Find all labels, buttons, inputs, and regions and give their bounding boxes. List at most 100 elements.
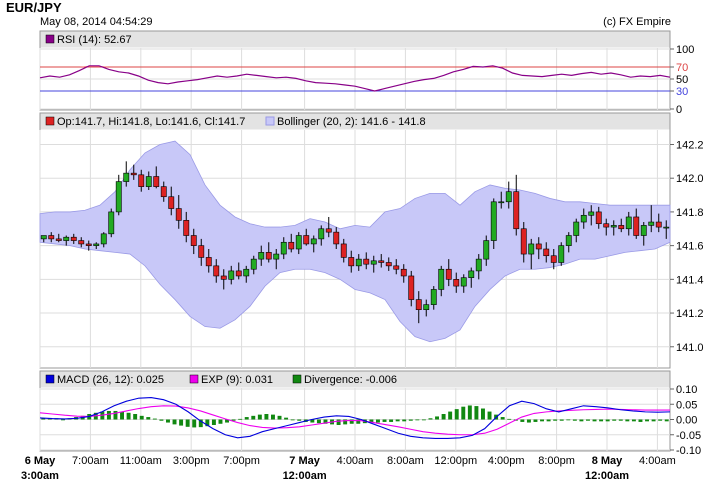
candle-down <box>445 268 452 280</box>
candle-down <box>363 258 370 265</box>
candle-up <box>243 268 250 277</box>
divergence-bar <box>526 419 531 423</box>
candle-up <box>273 253 280 260</box>
rsi-legend-label: RSI (14): 52.67 <box>57 34 132 46</box>
candle-up <box>610 225 617 228</box>
candle-down <box>535 243 542 250</box>
candle-down <box>168 196 175 209</box>
divergence-bar <box>645 419 649 422</box>
macd-y-tick-label: 0.05 <box>676 399 697 411</box>
candle-up <box>250 258 257 270</box>
candle-down <box>550 255 557 263</box>
divergence-bar <box>238 418 243 420</box>
divergence-bar <box>461 406 466 420</box>
divergence-bar <box>185 419 190 427</box>
divergence-bar <box>336 419 341 425</box>
candle-up <box>258 252 265 260</box>
rsi-panel-header <box>40 31 670 48</box>
divergence-bar <box>257 414 262 420</box>
macd-y-tick-label: -0.10 <box>676 445 701 457</box>
divergence-bar <box>533 419 538 422</box>
divergence-bar <box>159 419 164 421</box>
candle-up <box>280 241 287 255</box>
candle-up <box>123 172 130 182</box>
candle-down <box>138 174 145 187</box>
divergence-bar <box>146 417 151 420</box>
divergence-bar <box>487 411 492 420</box>
bollinger-legend-label: Bollinger (20, 2): 141.6 - 141.8 <box>277 116 426 128</box>
macd-y-tick-label: 0.10 <box>676 384 697 396</box>
candle-down <box>400 268 407 277</box>
candle-up <box>468 270 475 278</box>
candle-down <box>415 299 422 310</box>
candle-down <box>325 228 332 233</box>
candle-down <box>513 191 520 230</box>
divergence-bar <box>474 406 479 420</box>
divergence-bar <box>553 419 558 421</box>
divergence-bar <box>540 419 544 422</box>
candle-down <box>340 243 347 258</box>
x-tick-label: 12:00pm <box>434 455 477 467</box>
divergence-bar <box>651 419 656 422</box>
candle-up <box>460 277 467 287</box>
candle-up <box>648 221 655 226</box>
candle-down <box>85 243 92 246</box>
x-tick-label: 12:00am <box>585 470 629 482</box>
divergence-bar <box>435 416 439 420</box>
divergence-bar <box>421 419 426 421</box>
divergence-bar <box>481 408 485 420</box>
candle-up <box>490 201 497 241</box>
candle-down <box>160 186 167 198</box>
x-tick-label: 4:00am <box>337 455 374 467</box>
rsi-y-tick-label: 50 <box>676 74 688 86</box>
candle-up <box>318 228 325 240</box>
candle-down <box>633 216 640 236</box>
x-tick-label: 3:00am <box>21 470 59 482</box>
candle-up <box>528 243 535 255</box>
divergence-bar <box>120 411 124 420</box>
divergence-bar <box>579 419 584 422</box>
divergence-bar <box>572 419 577 421</box>
macd-legend-label: MACD (26, 12): 0.025 <box>57 374 164 386</box>
divergence-bar <box>658 419 663 421</box>
x-tick-label: 8 May <box>592 455 623 467</box>
candle-up <box>505 191 512 203</box>
macd-y-tick-label: -0.05 <box>676 430 701 442</box>
candle-down <box>78 240 85 245</box>
divergence-bar <box>467 405 472 420</box>
price-y-tick-label: 141.8 <box>676 207 704 219</box>
candle-down <box>213 265 220 277</box>
x-tick-label: 8:00am <box>387 455 424 467</box>
x-tick-label: 6 May <box>25 455 56 467</box>
price-y-tick-label: 141.0 <box>676 342 704 354</box>
divergence-bar <box>113 410 118 420</box>
divergence-bar <box>172 419 177 425</box>
candle-up <box>295 235 302 250</box>
divergence-bar <box>218 419 223 424</box>
chart: 6 May 3:00am 7:00am 11:00am 3:00pm 7:00pm 7 Ma… <box>21 30 704 482</box>
divergence-bar <box>251 415 256 420</box>
divergence-bar <box>179 419 184 426</box>
divergence-bar <box>277 415 282 420</box>
divergence-bar <box>133 414 138 420</box>
candle-up <box>625 216 632 230</box>
divergence-bar <box>166 419 170 423</box>
candle-up <box>430 289 437 305</box>
x-tick-label: 11:00am <box>120 455 162 467</box>
divergence-legend-label: Divergence: -0.006 <box>304 374 397 386</box>
divergence-bar <box>389 419 394 422</box>
candle-up <box>310 238 317 245</box>
divergence-bar <box>559 419 564 421</box>
candle-down <box>55 238 62 241</box>
candle-down <box>288 241 295 250</box>
divergence-bar <box>599 419 604 422</box>
x-tick-label: 4:00am <box>639 455 676 467</box>
divergence-bar <box>152 418 157 420</box>
candle-up <box>108 211 115 235</box>
candle-up <box>438 268 445 290</box>
ohlc-legend-label: Op:141.7, Hi:141.8, Lo:141.6, Cl:141.7 <box>57 116 245 128</box>
divergence-bar <box>402 419 407 422</box>
candle-up <box>115 181 122 213</box>
divergence-bar <box>441 414 446 420</box>
divergence-bar <box>612 419 617 421</box>
